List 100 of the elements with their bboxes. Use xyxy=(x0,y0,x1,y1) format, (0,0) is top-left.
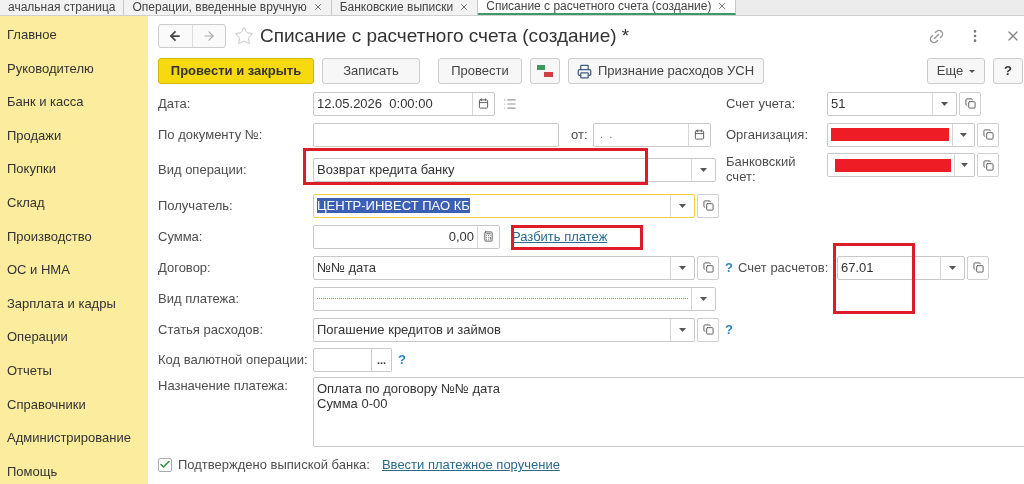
caret-icon xyxy=(961,163,968,167)
calculator-icon[interactable] xyxy=(483,231,494,242)
payment-order-link[interactable]: Ввести платежное поручение xyxy=(381,455,560,475)
field-value: 51 xyxy=(831,95,846,111)
caret-icon xyxy=(700,168,707,172)
field-label: Вид операции: xyxy=(158,161,248,180)
open-button[interactable] xyxy=(959,91,981,116)
combo-field[interactable] xyxy=(827,153,975,177)
list-icon[interactable] xyxy=(503,96,517,111)
debit-credit-icon xyxy=(536,64,554,78)
field-value: ЦЕНТР-ИНВЕСТ ПАО КБ xyxy=(317,197,470,213)
caret-icon xyxy=(679,327,686,332)
open-button[interactable] xyxy=(977,153,999,177)
usn-expenses-button[interactable]: Признание расходов УСН xyxy=(568,58,764,84)
sidebar-item[interactable]: Банк и касса xyxy=(7,92,148,112)
field-label: Счет расчетов: xyxy=(738,258,830,277)
open-icon xyxy=(982,129,994,140)
help-link[interactable]: ? xyxy=(398,350,406,370)
sidebar-item[interactable]: Главное xyxy=(7,25,148,45)
field-value: №№ дата xyxy=(317,259,377,275)
form-title: Списание с расчетного счета (создание) * xyxy=(260,23,630,48)
close-icon[interactable] xyxy=(717,1,728,11)
purpose-textarea[interactable]: Оплата по договору №№ дата Сумма 0-00 xyxy=(313,377,1024,447)
combo-field[interactable]: №№ дата xyxy=(313,255,695,280)
field-value: . . xyxy=(599,127,614,143)
combo-field[interactable]: ЦЕНТР-ИНВЕСТ ПАО КБ xyxy=(313,193,695,218)
field-label: Организация: xyxy=(726,125,810,144)
field-label: Вид платежа: xyxy=(158,289,241,308)
more-button[interactable]: Еще xyxy=(927,58,985,84)
sidebar-item[interactable]: ОС и НМА xyxy=(7,260,148,280)
open-button[interactable] xyxy=(697,255,719,280)
calendar-icon[interactable] xyxy=(694,129,705,140)
combo-field[interactable] xyxy=(827,122,975,147)
tab[interactable]: Банковские выписки xyxy=(331,0,479,15)
back-arrow-icon xyxy=(168,29,183,43)
field-label: Договор: xyxy=(158,258,212,277)
open-icon xyxy=(964,98,976,109)
field-label: от: xyxy=(571,125,589,144)
field-label: Назначение платежа: xyxy=(158,377,289,395)
open-icon xyxy=(972,262,984,273)
post-and-close-button[interactable]: Провести и закрыть xyxy=(158,58,314,84)
field-label: Дата: xyxy=(158,94,192,113)
checkbox[interactable] xyxy=(158,457,172,472)
printer-icon xyxy=(577,63,592,79)
caret-icon xyxy=(941,101,948,106)
caret-icon xyxy=(700,296,707,301)
open-icon xyxy=(702,262,714,273)
sidebar-item[interactable]: Справочники xyxy=(7,394,148,415)
choose-button[interactable]: ... xyxy=(372,348,392,372)
sidebar-item[interactable]: Продажи xyxy=(7,125,148,146)
field-value: Погашение кредитов и займов xyxy=(317,321,501,337)
field-label: Сумма: xyxy=(158,227,204,246)
open-button[interactable] xyxy=(967,255,989,280)
tab[interactable]: ачальная страница xyxy=(0,0,125,15)
help-link[interactable]: ? xyxy=(725,257,733,278)
sidebar-item[interactable]: Склад xyxy=(7,192,148,213)
combo-field[interactable]: Возврат кредита банку xyxy=(313,158,716,182)
sidebar-item[interactable]: Операции xyxy=(7,327,148,347)
amount-field[interactable]: 0,00 xyxy=(313,224,500,249)
tab[interactable]: Операции, введенные вручную xyxy=(124,0,332,15)
sidebar-item[interactable]: Покупки xyxy=(7,159,148,179)
field-label: Статья расходов: xyxy=(158,320,265,339)
help-link[interactable]: ? xyxy=(725,319,733,340)
field-label: По документу №: xyxy=(158,125,264,144)
textarea-line: Сумма 0-00 xyxy=(317,396,389,411)
open-icon xyxy=(702,324,714,335)
open-button[interactable] xyxy=(697,317,719,342)
combo-field[interactable]: Погашение кредитов и займов xyxy=(313,317,695,342)
open-button[interactable] xyxy=(697,193,719,218)
number-field[interactable] xyxy=(313,122,559,147)
tab[interactable]: Списание с расчетного счета (создание) xyxy=(478,0,737,15)
sidebar-item[interactable]: Отчеты xyxy=(7,360,148,381)
debit-credit-button[interactable] xyxy=(530,58,560,84)
field-label: Код валютной операции: xyxy=(158,351,309,370)
date-field[interactable]: 12.05.2026 0:00:00 xyxy=(313,91,495,116)
calendar-icon[interactable] xyxy=(478,98,489,109)
caret-icon xyxy=(969,69,976,73)
field-label: Банковский счет: xyxy=(726,153,797,184)
caret-icon xyxy=(679,265,686,270)
caret-icon xyxy=(960,132,967,137)
combo-field[interactable] xyxy=(313,286,716,311)
combo-field[interactable]: 67.01 xyxy=(837,255,965,280)
close-icon[interactable] xyxy=(459,2,470,12)
sidebar-item[interactable]: Зарплата и кадры xyxy=(7,293,148,314)
sidebar-item[interactable]: Администрирование xyxy=(7,428,148,448)
close-icon[interactable] xyxy=(312,2,323,12)
save-button[interactable]: Записать xyxy=(322,58,420,84)
sidebar-item[interactable]: Помощь xyxy=(7,461,148,482)
open-button[interactable] xyxy=(977,122,999,147)
date-field[interactable]: . . xyxy=(593,122,711,147)
help-button[interactable]: ? xyxy=(993,58,1023,84)
sidebar-item[interactable]: Производство xyxy=(7,226,148,247)
caret-icon xyxy=(679,203,686,208)
post-button[interactable]: Провести xyxy=(438,58,522,84)
star-icon[interactable] xyxy=(234,26,254,46)
sidebar-item[interactable]: Руководителю xyxy=(7,58,148,79)
checkbox-label: Подтверждено выпиской банка: xyxy=(178,456,370,474)
currency-code-field[interactable] xyxy=(313,348,372,372)
textarea-line: Оплата по договору №№ дата xyxy=(317,381,501,396)
combo-field[interactable]: 51 xyxy=(827,91,957,116)
